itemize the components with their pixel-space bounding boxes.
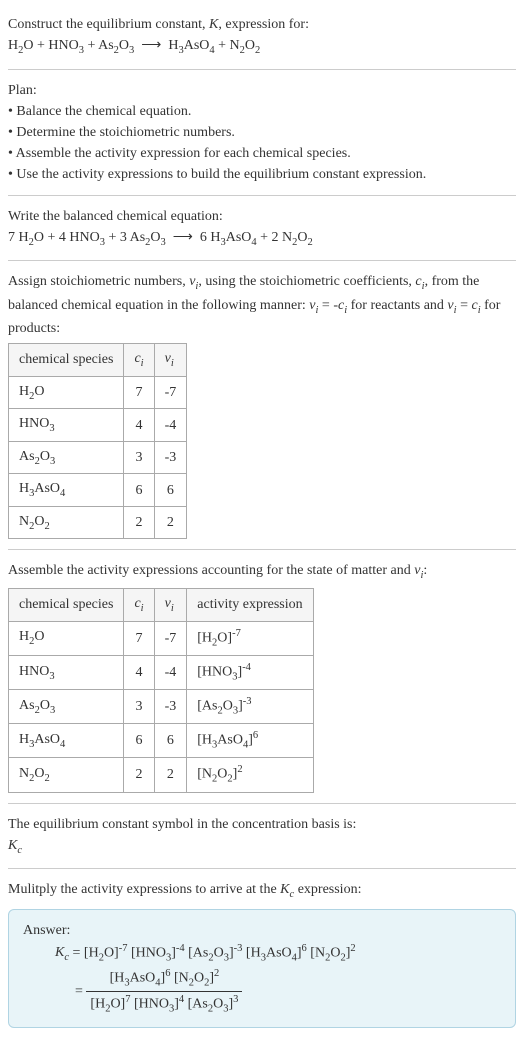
table-cell: 3 [124,441,154,474]
table-header-row: chemical species ci νi activity expressi… [9,589,314,622]
table-cell: 2 [124,506,154,539]
table-cell: H3AsO4 [9,474,124,507]
table-row: HNO3 4 -4 [9,409,187,442]
table-row: HNO3 4 -4 [HNO3]-4 [9,655,314,689]
activity-table: chemical species ci νi activity expressi… [8,588,314,793]
table-cell: HNO3 [9,409,124,442]
table-row: N2O2 2 2 [9,506,187,539]
answer-line2: = [H3AsO4]6 [N2O2]2 [H2O]7 [HNO3]4 [As2O… [43,966,501,1017]
answer-line1: Kc = [H2O]-7 [HNO3]-4 [As2O3]-3 [H3AsO4]… [23,941,501,966]
table-cell: 3 [124,689,154,723]
table-cell: HNO3 [9,655,124,689]
table-header: ci [124,344,154,377]
table-header: chemical species [9,344,124,377]
divider [8,868,516,869]
table-header: chemical species [9,589,124,622]
table-cell: [HNO3]-4 [187,655,313,689]
balanced-section: Write the balanced chemical equation: 7 … [8,200,516,257]
table-cell: 6 [154,474,187,507]
stoich-section: Assign stoichiometric numbers, νi, using… [8,265,516,545]
stoich-table: chemical species ci νi H2O 7 -7 HNO3 4 -… [8,343,187,539]
plan-item: • Determine the stoichiometric numbers. [8,122,516,143]
table-cell: [H2O]-7 [187,621,313,655]
table-cell: -7 [154,376,187,409]
plan-item: • Assemble the activity expression for e… [8,143,516,164]
table-row: N2O2 2 2 [N2O2]2 [9,758,314,792]
intro-line1: Construct the equilibrium constant, K, e… [8,14,516,35]
balanced-title: Write the balanced chemical equation: [8,206,516,227]
intro-section: Construct the equilibrium constant, K, e… [8,8,516,65]
table-cell: As2O3 [9,441,124,474]
table-row: H3AsO4 6 6 [H3AsO4]6 [9,724,314,758]
table-cell: 2 [154,506,187,539]
answer-fraction: [H3AsO4]6 [N2O2]2 [H2O]7 [HNO3]4 [As2O3]… [86,966,242,1017]
table-cell: -4 [154,409,187,442]
divider [8,549,516,550]
table-row: As2O3 3 -3 [As2O3]-3 [9,689,314,723]
table-cell: 7 [124,376,154,409]
table-cell: 7 [124,621,154,655]
table-cell: H3AsO4 [9,724,124,758]
answer-box: Answer: Kc = [H2O]-7 [HNO3]-4 [As2O3]-3 … [8,909,516,1029]
plan-section: Plan: • Balance the chemical equation. •… [8,74,516,191]
table-cell: 4 [124,655,154,689]
plan-item: • Use the activity expressions to build … [8,164,516,185]
plan-title: Plan: [8,80,516,101]
table-cell: 4 [124,409,154,442]
table-cell: 6 [154,724,187,758]
table-row: H3AsO4 6 6 [9,474,187,507]
table-cell: N2O2 [9,506,124,539]
intro-equation: H2O + HNO3 + As2O3 ⟶ H3AsO4 + N2O2 [8,35,516,59]
symbol-kc: Kc [8,835,516,859]
table-header: activity expression [187,589,313,622]
table-row: H2O 7 -7 [9,376,187,409]
multiply-section: Mulitply the activity expressions to arr… [8,873,516,1034]
table-header: ci [124,589,154,622]
table-cell: [As2O3]-3 [187,689,313,723]
answer-label: Answer: [23,920,501,941]
table-cell: 6 [124,474,154,507]
table-row: As2O3 3 -3 [9,441,187,474]
divider [8,260,516,261]
activity-section: Assemble the activity expressions accoun… [8,554,516,798]
table-cell: 6 [124,724,154,758]
table-header: νi [154,344,187,377]
symbol-section: The equilibrium constant symbol in the c… [8,808,516,865]
answer-numerator: [H3AsO4]6 [N2O2]2 [86,966,242,992]
table-cell: [H3AsO4]6 [187,724,313,758]
divider [8,69,516,70]
plan-item: • Balance the chemical equation. [8,101,516,122]
table-header: νi [154,589,187,622]
stoich-intro: Assign stoichiometric numbers, νi, using… [8,271,516,339]
table-cell: [N2O2]2 [187,758,313,792]
table-cell: -4 [154,655,187,689]
divider [8,803,516,804]
table-cell: As2O3 [9,689,124,723]
table-header-row: chemical species ci νi [9,344,187,377]
answer-denominator: [H2O]7 [HNO3]4 [As2O3]3 [86,992,242,1017]
table-cell: -3 [154,689,187,723]
table-cell: H2O [9,376,124,409]
activity-intro: Assemble the activity expressions accoun… [8,560,516,584]
table-cell: 2 [154,758,187,792]
divider [8,195,516,196]
balanced-equation: 7 H2O + 4 HNO3 + 3 As2O3 ⟶ 6 H3AsO4 + 2 … [8,227,516,251]
table-cell: N2O2 [9,758,124,792]
multiply-line: Mulitply the activity expressions to arr… [8,879,516,903]
symbol-line1: The equilibrium constant symbol in the c… [8,814,516,835]
table-row: H2O 7 -7 [H2O]-7 [9,621,314,655]
table-cell: -7 [154,621,187,655]
table-cell: -3 [154,441,187,474]
table-cell: 2 [124,758,154,792]
table-cell: H2O [9,621,124,655]
